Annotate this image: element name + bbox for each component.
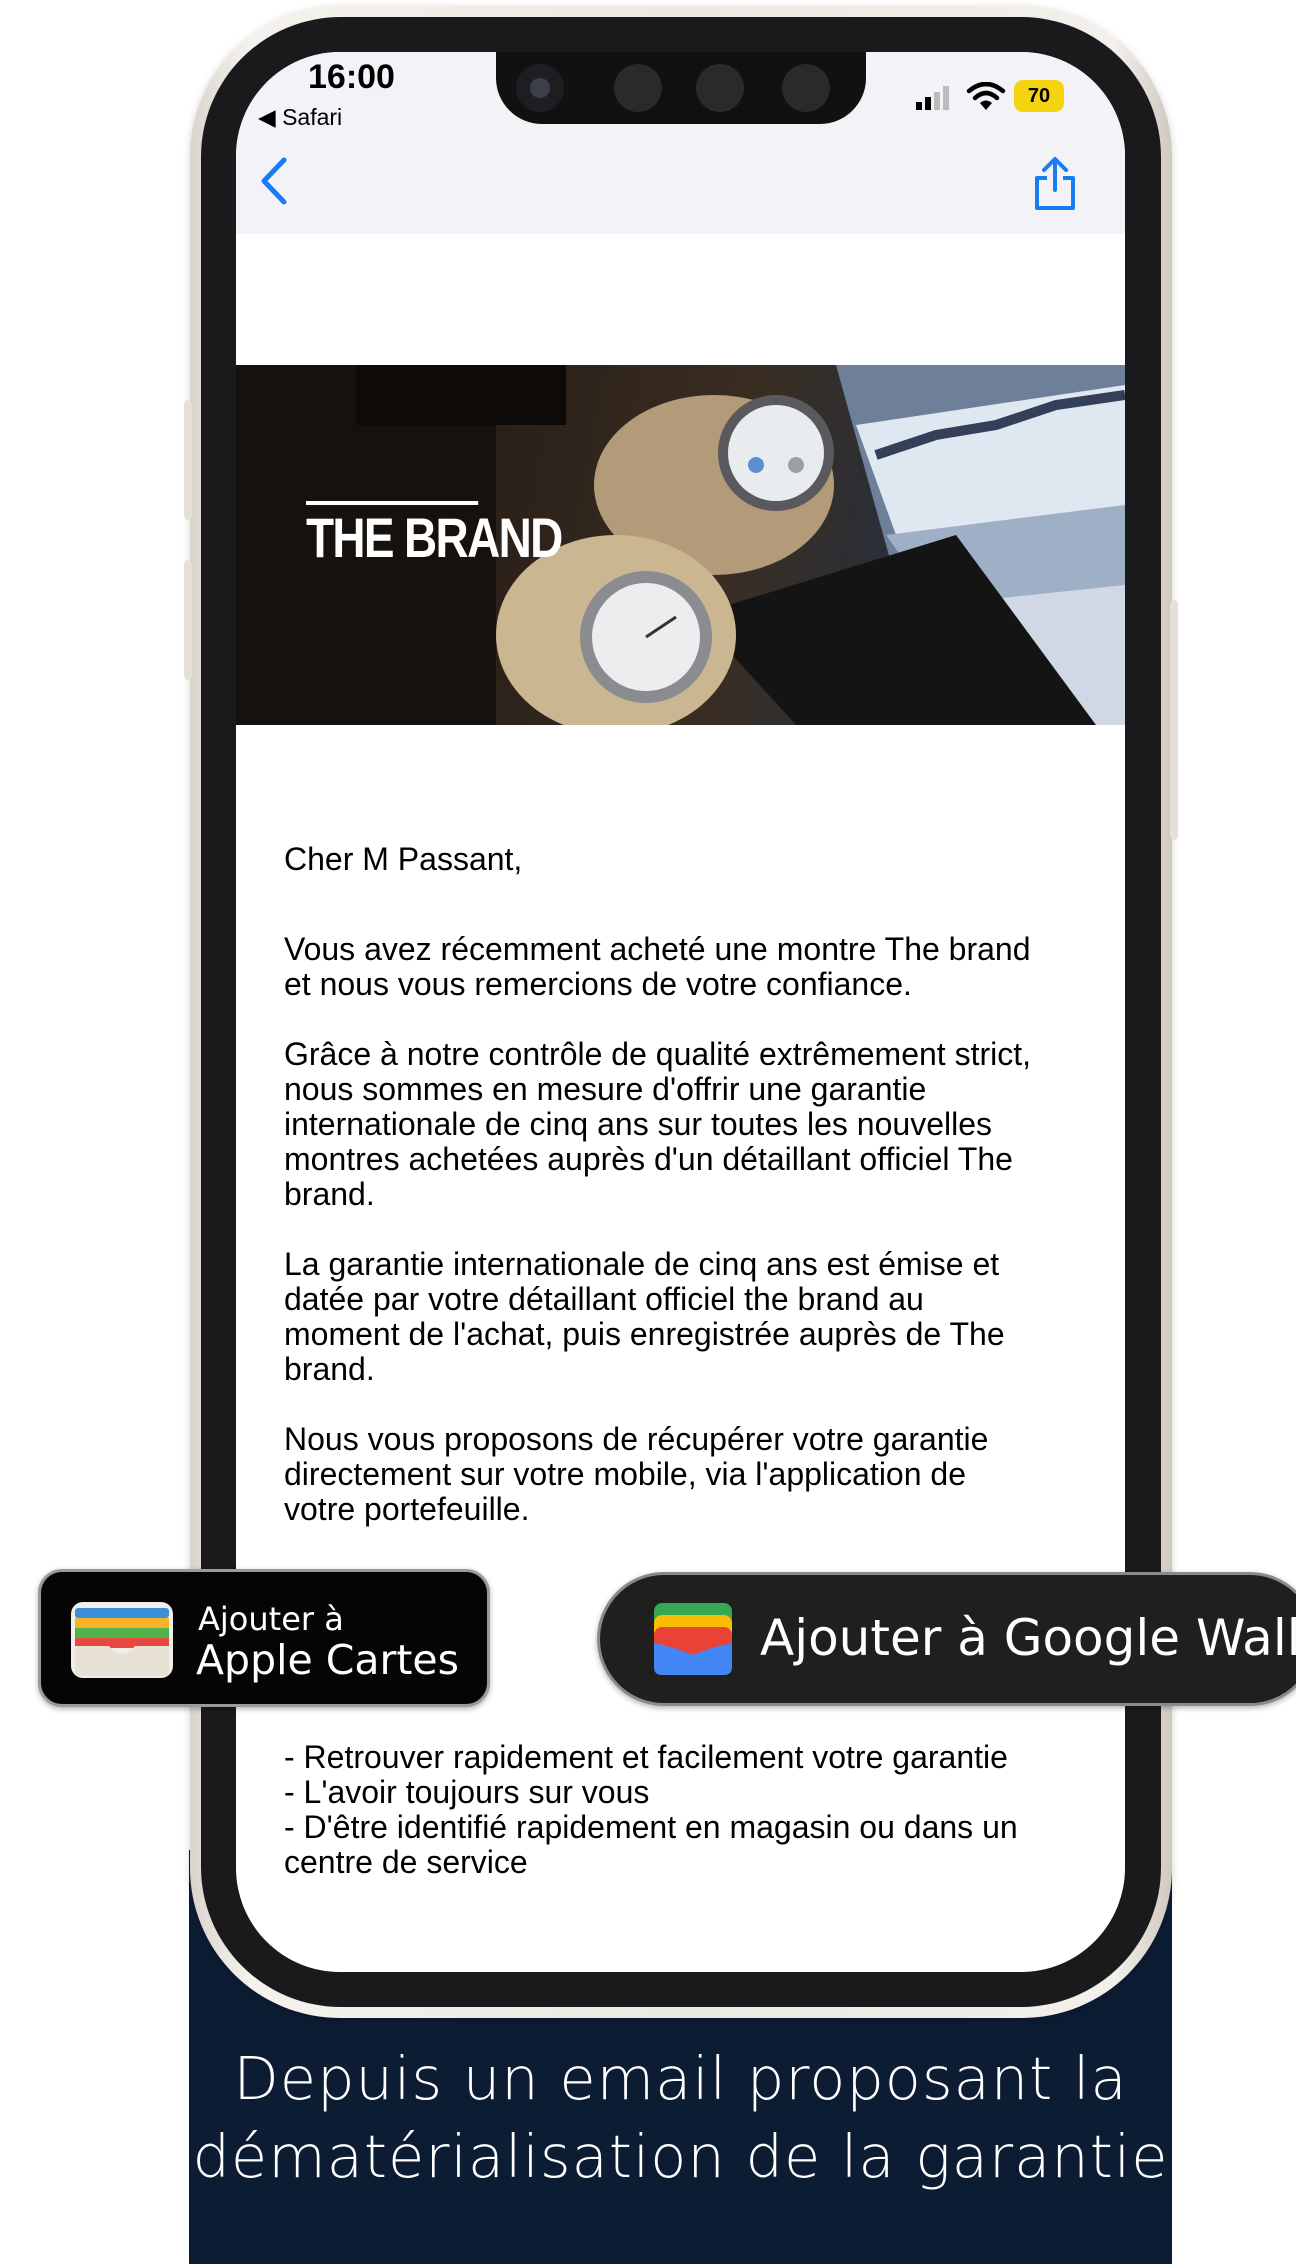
email-paragraph: Grâce à notre contrôle de qualité extrêm… bbox=[284, 1037, 1084, 1212]
text-line: brand. bbox=[284, 1176, 375, 1212]
chevron-left-icon[interactable] bbox=[254, 154, 294, 208]
text-line: et nous vous remercions de votre confian… bbox=[284, 966, 912, 1002]
text-line: Grâce à notre contrôle de qualité extrêm… bbox=[284, 1036, 1032, 1072]
hero-banner-image: THE BRAND bbox=[236, 365, 1125, 725]
camera-icon bbox=[516, 64, 564, 112]
text-line: directement sur votre mobile, via l'appl… bbox=[284, 1456, 966, 1492]
benefits-list: - Retrouver rapidement et facilement vot… bbox=[284, 1740, 1084, 1880]
sensor-icon bbox=[696, 64, 744, 112]
side-button-right bbox=[1170, 600, 1178, 840]
caption-line: dématérialisation de la garantie bbox=[192, 2122, 1169, 2191]
caption-text: Depuis un email proposant la dématériali… bbox=[189, 2040, 1172, 2196]
text-line: datée par votre détaillant officiel the … bbox=[284, 1281, 924, 1317]
text-line: moment de l'achat, puis enregistrée aupr… bbox=[284, 1316, 1005, 1352]
list-item: - Retrouver rapidement et facilement vot… bbox=[284, 1739, 1008, 1775]
email-paragraph: La garantie internationale de cinq ans e… bbox=[284, 1247, 1084, 1387]
email-body: Cher M Passant, Vous avez récemment ache… bbox=[284, 842, 1084, 1562]
text-line: Nous vous proposons de récupérer votre g… bbox=[284, 1421, 989, 1457]
status-indicators: 70 bbox=[916, 80, 1116, 120]
apple-wallet-small-label: Ajouter à bbox=[198, 1600, 344, 1638]
list-item: centre de service bbox=[284, 1844, 528, 1880]
text-line: montres achetées auprès d'un détaillant … bbox=[284, 1141, 1013, 1177]
apple-wallet-icon bbox=[71, 1602, 173, 1678]
side-button-left bbox=[184, 560, 192, 680]
email-paragraph: Vous avez récemment acheté une montre Th… bbox=[284, 932, 1084, 1002]
text-line: La garantie internationale de cinq ans e… bbox=[284, 1246, 1000, 1282]
google-wallet-label: Ajouter à Google Wallet bbox=[760, 1609, 1296, 1667]
status-time: 16:00 bbox=[308, 58, 395, 96]
apple-wallet-main-label: Apple Cartes bbox=[196, 1636, 460, 1684]
share-icon[interactable] bbox=[1032, 156, 1078, 212]
text-line: internationale de cinq ans sur toutes le… bbox=[284, 1106, 992, 1142]
email-greeting: Cher M Passant, bbox=[284, 841, 523, 877]
add-to-apple-wallet-button[interactable]: Ajouter à Apple Cartes bbox=[38, 1569, 490, 1707]
battery-badge: 70 bbox=[1014, 80, 1064, 112]
safari-top-bar: 16:00 ◀ Safari 70 bbox=[236, 52, 1125, 234]
text-line: Vous avez récemment acheté une montre Th… bbox=[284, 931, 1031, 967]
brand-logo: THE BRAND bbox=[306, 501, 563, 569]
add-to-google-wallet-button[interactable]: Ajouter à Google Wallet bbox=[597, 1572, 1296, 1706]
text-line: nous sommes en mesure d'offrir une garan… bbox=[284, 1071, 927, 1107]
sensor-icon bbox=[614, 64, 662, 112]
wifi-icon bbox=[966, 82, 1006, 110]
back-to-safari-link[interactable]: ◀ Safari bbox=[258, 104, 342, 131]
side-button-left bbox=[184, 400, 192, 520]
text-line: brand. bbox=[284, 1351, 375, 1387]
caption-line: Depuis un email proposant la bbox=[233, 2044, 1128, 2113]
signal-icon bbox=[916, 86, 949, 110]
google-wallet-icon bbox=[654, 1603, 732, 1675]
sensor-icon bbox=[782, 64, 830, 112]
email-paragraph: Nous vous proposons de récupérer votre g… bbox=[284, 1422, 1084, 1527]
camera-notch bbox=[496, 52, 866, 124]
list-item: - D'être identifié rapidement en magasin… bbox=[284, 1809, 1018, 1845]
list-item: - L'avoir toujours sur vous bbox=[284, 1774, 650, 1810]
text-line: votre portefeuille. bbox=[284, 1491, 530, 1527]
